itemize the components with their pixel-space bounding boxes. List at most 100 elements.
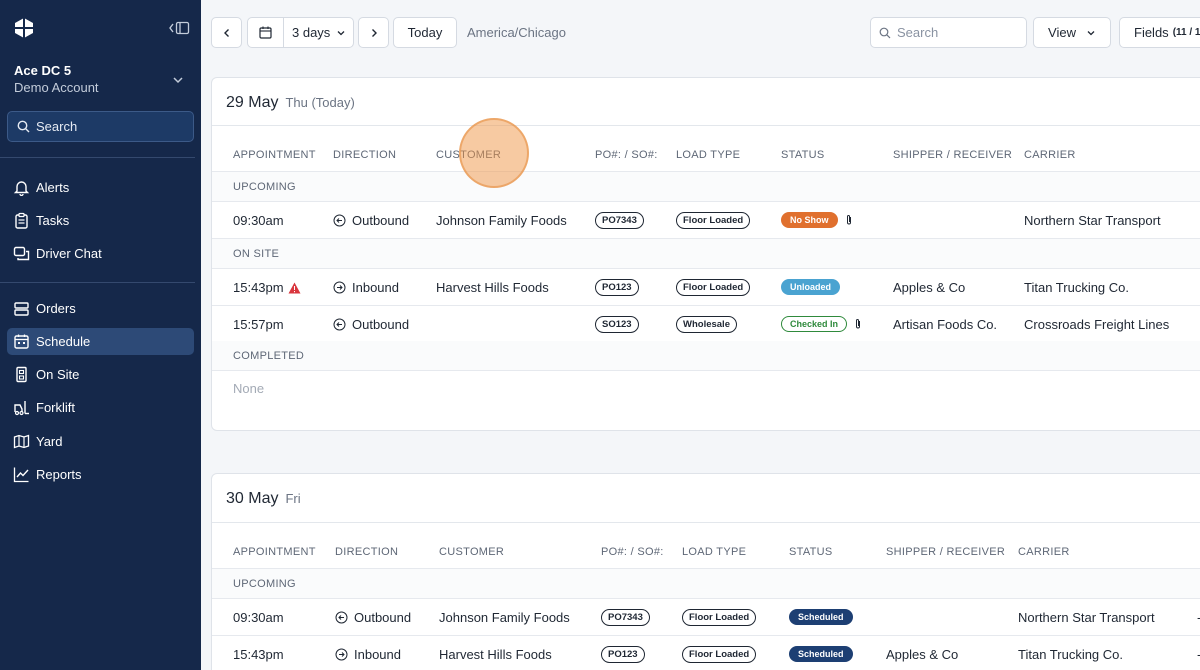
column-header[interactable]: LOAD TYPE (676, 149, 740, 161)
tap-indicator (459, 118, 529, 188)
collapse-sidebar-icon[interactable] (168, 20, 190, 36)
day-date: 30 May (226, 490, 279, 507)
today-button-label: Today (407, 25, 443, 40)
next-button[interactable] (358, 17, 389, 48)
view-dropdown[interactable]: View (1033, 17, 1111, 48)
table-row[interactable]: 09:30am Outbound Johnson Family Foods PO… (212, 202, 1200, 239)
sidebar-item-schedule[interactable]: Schedule (7, 328, 194, 355)
appointment-time: 15:57pm (233, 317, 284, 332)
appointment-time-cell: 15:43pm (233, 280, 301, 295)
sidebar-item-yard[interactable]: Yard (7, 428, 194, 455)
sidebar: Ace DC 5 Demo Account Search Alerts Task… (0, 0, 201, 670)
chart-icon (13, 467, 29, 483)
status-badge: Checked In (781, 316, 848, 332)
calendar-icon (14, 334, 29, 349)
column-header[interactable]: STATUS (789, 546, 833, 558)
section-header: UPCOMING (212, 569, 1200, 599)
load-type-cell: Floor Loaded (676, 212, 751, 229)
range-select[interactable]: 3 days (283, 17, 354, 48)
carrier-cell: Titan Trucking Co. (1018, 647, 1124, 662)
outbound-icon (335, 611, 348, 624)
sidebar-item-label: On Site (36, 367, 80, 382)
table-row[interactable]: 15:43pm Inbound Harvest Hills Foods PO12… (212, 636, 1200, 670)
sidebar-search[interactable]: Search (7, 111, 194, 142)
column-header[interactable]: STATUS (781, 149, 825, 161)
column-header[interactable]: DIRECTION (333, 149, 396, 161)
appointment-time: 15:43pm (233, 280, 284, 295)
po-badge: PO7343 (601, 609, 650, 626)
status-cell: Scheduled (789, 609, 853, 625)
outbound-icon (333, 318, 346, 331)
account-switcher[interactable]: Ace DC 5 Demo Account (14, 63, 99, 97)
status-cell: Unloaded (781, 279, 841, 295)
po-cell: PO123 (595, 279, 639, 296)
chevron-down-icon[interactable] (172, 75, 184, 85)
account-name: Ace DC 5 (14, 63, 72, 78)
chevron-left-icon (223, 28, 229, 37)
day-header: 30 May Fri (212, 474, 1200, 523)
sidebar-item-reports[interactable]: Reports (7, 461, 194, 488)
today-button[interactable]: Today (393, 17, 457, 48)
column-header[interactable]: CARRIER (1018, 546, 1070, 558)
sidebar-item-alerts[interactable]: Alerts (7, 174, 194, 201)
shipper-cell: Apples & Co (886, 647, 959, 662)
load-type-badge: Floor Loaded (682, 646, 757, 663)
sidebar-item-label: Orders (36, 301, 76, 316)
column-header[interactable]: PO#: / SO#: (601, 546, 664, 558)
chevron-right-icon (371, 28, 377, 37)
column-header[interactable]: SHIPPER / RECEIVER (893, 149, 1012, 161)
direction-label: Outbound (352, 213, 410, 228)
sidebar-divider (0, 157, 195, 158)
column-header[interactable]: LOAD TYPE (682, 546, 746, 558)
paperclip-icon[interactable] (853, 318, 863, 330)
fields-button[interactable]: Fields (11 / 13) (1119, 17, 1200, 48)
sidebar-item-label: Schedule (36, 334, 91, 349)
table-row[interactable]: 09:30am Outbound Johnson Family Foods PO… (212, 599, 1200, 636)
search-input[interactable] (897, 25, 1017, 40)
po-cell: SO123 (595, 316, 639, 333)
sidebar-item-forklift[interactable]: Forklift (7, 394, 194, 421)
load-type-badge: Floor Loaded (676, 279, 751, 296)
status-cell: No Show (781, 212, 854, 228)
column-header[interactable]: CARRIER (1024, 149, 1076, 161)
po-cell: PO7343 (601, 609, 650, 626)
sidebar-item-orders[interactable]: Orders (7, 295, 194, 322)
sidebar-item-label: Driver Chat (36, 246, 102, 261)
previous-button[interactable] (211, 17, 242, 48)
column-header[interactable]: DIRECTION (335, 546, 398, 558)
column-header[interactable]: APPOINTMENT (233, 149, 316, 161)
warning-icon (288, 282, 301, 293)
direction-label: Outbound (352, 317, 410, 332)
shipper-cell: Apples & Co (893, 280, 966, 295)
paperclip-icon[interactable] (844, 214, 854, 226)
sidebar-item-label: Yard (36, 434, 63, 449)
inbound-icon (335, 648, 348, 661)
load-type-badge: Floor Loaded (682, 609, 757, 626)
section-label: UPCOMING (233, 578, 296, 590)
customer-cell: Johnson Family Foods (439, 610, 570, 625)
sidebar-item-driver-chat[interactable]: Driver Chat (7, 240, 194, 267)
building-icon (16, 366, 27, 383)
column-header[interactable]: PO#: / SO#: (595, 149, 658, 161)
sidebar-item-on-site[interactable]: On Site (7, 361, 194, 388)
appointment-time: 15:43pm (233, 647, 284, 662)
po-cell: PO123 (601, 646, 645, 663)
column-header[interactable]: APPOINTMENT (233, 546, 316, 558)
calendar-picker-button[interactable] (247, 17, 284, 48)
status-badge: Unloaded (781, 279, 841, 295)
table-header: APPOINTMENT DIRECTION CUSTOMER PO#: / SO… (212, 126, 1200, 172)
day-weekday: Fri (285, 491, 301, 506)
column-header[interactable]: CUSTOMER (439, 546, 504, 558)
column-header[interactable]: SHIPPER / RECEIVER (886, 546, 1005, 558)
table-row[interactable]: 15:57pm Outbound SO123 Wholesale Checked… (212, 306, 1200, 343)
sidebar-divider (0, 282, 195, 283)
sidebar-item-tasks[interactable]: Tasks (7, 207, 194, 234)
load-type-cell: Wholesale (676, 316, 737, 333)
logo-icon (15, 18, 33, 38)
chevron-down-icon (337, 30, 345, 35)
carrier-cell: Northern Star Transport (1024, 213, 1161, 228)
timezone-label: America/Chicago (467, 25, 566, 40)
day-date: 29 May (226, 94, 279, 111)
table-row[interactable]: 15:43pm Inbound Harvest Hills Foods PO12… (212, 269, 1200, 306)
search-field[interactable] (870, 17, 1027, 48)
